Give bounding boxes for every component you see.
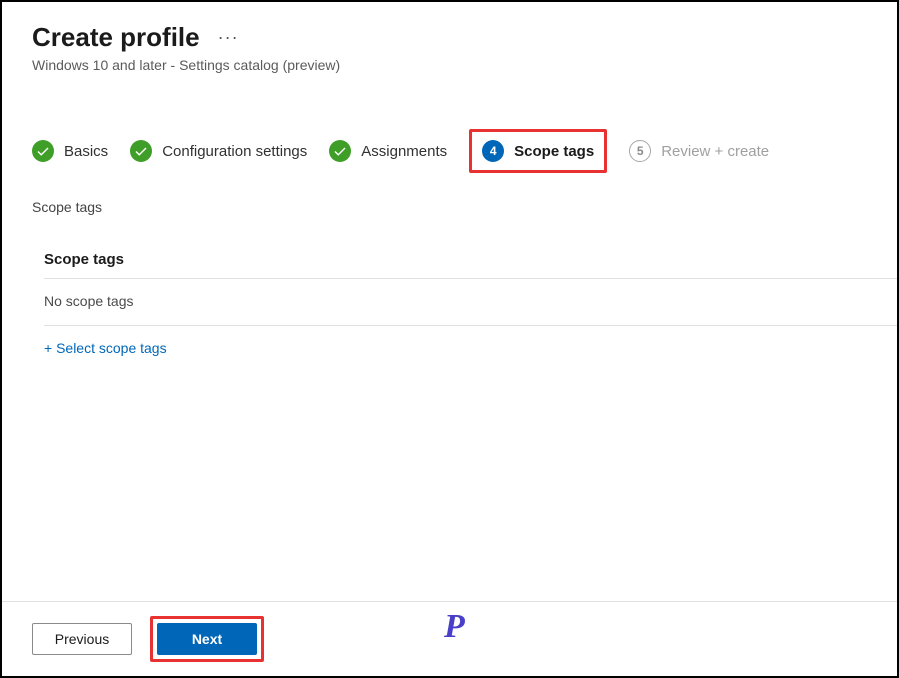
empty-state-text: No scope tags xyxy=(44,279,897,325)
wizard-footer: Previous Next P xyxy=(32,602,897,676)
next-button[interactable]: Next xyxy=(157,623,257,655)
previous-button[interactable]: Previous xyxy=(32,623,132,655)
watermark-logo: P xyxy=(444,608,465,646)
scope-tags-block: Scope tags No scope tags + Select scope … xyxy=(32,251,897,358)
step-configuration-settings[interactable]: Configuration settings xyxy=(130,140,307,162)
step-label: Scope tags xyxy=(514,143,594,160)
select-scope-tags-link[interactable]: + Select scope tags xyxy=(44,340,167,356)
page-subtitle: Windows 10 and later - Settings catalog … xyxy=(32,57,897,73)
wizard-steps: Basics Configuration settings Assignment… xyxy=(32,129,897,173)
step-number-icon: 5 xyxy=(629,140,651,162)
check-icon xyxy=(329,140,351,162)
page-header: Create profile ··· Windows 10 and later … xyxy=(32,22,897,73)
step-number-icon: 4 xyxy=(482,140,504,162)
step-assignments[interactable]: Assignments xyxy=(329,140,447,162)
step-label: Configuration settings xyxy=(162,143,307,160)
page-title: Create profile xyxy=(32,22,200,53)
step-scope-tags[interactable]: 4 Scope tags xyxy=(469,129,607,173)
section-label: Scope tags xyxy=(32,199,897,215)
divider xyxy=(44,325,897,326)
highlight-box: Next xyxy=(150,616,264,662)
step-review-create[interactable]: 5 Review + create xyxy=(629,140,769,162)
step-label: Assignments xyxy=(361,143,447,160)
check-icon xyxy=(32,140,54,162)
step-label: Review + create xyxy=(661,143,769,160)
check-icon xyxy=(130,140,152,162)
step-basics[interactable]: Basics xyxy=(32,140,108,162)
step-label: Basics xyxy=(64,143,108,160)
block-heading: Scope tags xyxy=(44,251,897,278)
more-actions-icon[interactable]: ··· xyxy=(218,27,239,48)
